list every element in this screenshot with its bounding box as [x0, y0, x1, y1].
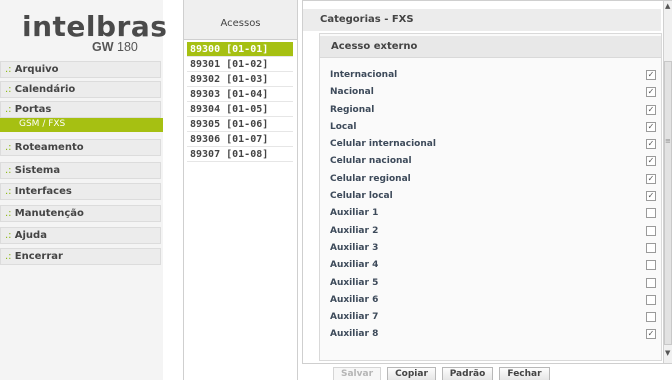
scrollbar[interactable]: ▲ ≡ ▼	[663, 1, 672, 363]
scrollbar-thumb[interactable]	[664, 61, 672, 345]
scroll-down-icon[interactable]: ▼	[665, 350, 672, 357]
category-checkbox[interactable]: ✓	[646, 191, 656, 202]
menu-item-sistema[interactable]: .: Sistema	[0, 162, 161, 179]
category-row: Celular regional ✓	[320, 172, 661, 189]
category-row: Regional ✓	[320, 103, 661, 120]
category-label: Auxiliar 3	[330, 242, 379, 253]
category-label: Celular internacional	[330, 139, 436, 150]
category-list: Internacional ✓ Nacional ✓ Regional ✓ Local ✓ Ce…	[320, 68, 661, 345]
category-row: Internacional ✓	[320, 68, 661, 85]
menu-item-encerrar[interactable]: .: Encerrar	[0, 248, 161, 265]
category-label: Auxiliar 7	[330, 312, 379, 323]
category-row: Celular nacional ✓	[320, 154, 661, 171]
category-checkbox[interactable]	[646, 225, 656, 236]
acessos-header: Acessos	[184, 0, 297, 40]
acesso-item[interactable]: 89304 [01-05]	[187, 102, 293, 117]
acesso-item[interactable]: 89307 [01-08]	[187, 147, 293, 162]
submenu-item-gsm-fxs[interactable]: GSM / FXS	[0, 118, 163, 132]
category-row: Auxiliar 6	[320, 293, 661, 310]
acesso-item[interactable]: 89306 [01-07]	[187, 132, 293, 147]
category-row: Auxiliar 3	[320, 241, 661, 258]
default-button[interactable]: Padrão	[442, 367, 493, 380]
category-row: Celular internacional ✓	[320, 137, 661, 154]
scroll-up-icon[interactable]: ▲	[665, 3, 672, 10]
acesso-item[interactable]: 89305 [01-06]	[187, 117, 293, 132]
category-checkbox[interactable]: ✓	[646, 87, 656, 98]
category-label: Auxiliar 1	[330, 208, 379, 219]
category-row: Local ✓	[320, 120, 661, 137]
category-checkbox[interactable]	[646, 260, 656, 271]
menu-item-manutencao[interactable]: .: Manutenção	[0, 205, 161, 222]
category-checkbox[interactable]: ✓	[646, 70, 656, 80]
category-row: Auxiliar 2	[320, 224, 661, 241]
category-checkbox[interactable]: ✓	[646, 139, 656, 150]
external-access-box: Acesso externo Internacional ✓ Nacional ✓ Re…	[319, 33, 662, 361]
sidebar: intelbras GW 180 .: Arquivo .: Calendári…	[0, 0, 167, 380]
menu-item-interfaces[interactable]: .: Interfaces	[0, 183, 161, 200]
acesso-item[interactable]: 89301 [01-02]	[187, 57, 293, 72]
acesso-item[interactable]: 89302 [01-03]	[187, 72, 293, 87]
acessos-panel: Acessos 89300 [01-01] 89301 [01-02] 8930…	[183, 0, 298, 380]
acessos-list: 89300 [01-01] 89301 [01-02] 89302 [01-03…	[187, 42, 293, 162]
category-checkbox[interactable]: ✓	[646, 156, 656, 167]
grip-icon: ≡	[665, 137, 671, 145]
panel-title: Categorias - FXS	[303, 9, 661, 31]
acesso-item[interactable]: 89303 [01-04]	[187, 87, 293, 102]
category-checkbox[interactable]	[646, 242, 656, 253]
copy-button[interactable]: Copiar	[387, 367, 436, 380]
logo: intelbras GW 180	[22, 10, 172, 66]
categories-panel: Categorias - FXS Acesso externo Internac…	[302, 0, 672, 364]
acesso-item[interactable]: 89300 [01-01]	[187, 42, 293, 57]
category-checkbox[interactable]: ✓	[646, 121, 656, 132]
category-checkbox[interactable]: ✓	[646, 329, 656, 340]
close-button[interactable]: Fechar	[499, 367, 550, 380]
category-checkbox[interactable]	[646, 208, 656, 219]
category-label: Celular regional	[330, 173, 411, 184]
category-label: Auxiliar 8	[330, 329, 379, 340]
category-label: Celular local	[330, 191, 393, 202]
category-row: Auxiliar 4	[320, 258, 661, 275]
category-row: Auxiliar 1	[320, 206, 661, 223]
category-label: Auxiliar 2	[330, 225, 379, 236]
menu-item-calendario[interactable]: .: Calendário	[0, 81, 161, 98]
menu-item-roteamento[interactable]: .: Roteamento	[0, 139, 161, 156]
category-label: Local	[330, 121, 357, 132]
category-label: Auxiliar 6	[330, 294, 379, 305]
category-label: Auxiliar 4	[330, 260, 379, 271]
category-row: Auxiliar 5	[320, 276, 661, 293]
menu-item-arquivo[interactable]: .: Arquivo	[0, 61, 161, 78]
category-label: Internacional	[330, 70, 398, 80]
save-button[interactable]: Salvar	[333, 367, 381, 380]
category-row: Nacional ✓	[320, 85, 661, 102]
brand-logo: intelbras	[22, 10, 168, 43]
category-checkbox[interactable]	[646, 294, 656, 305]
model-label: GW 180	[92, 40, 138, 54]
category-checkbox[interactable]	[646, 312, 656, 323]
menu-item-portas[interactable]: .: Portas	[0, 101, 161, 118]
category-label: Nacional	[330, 87, 374, 98]
category-row: Celular local ✓	[320, 189, 661, 206]
category-label: Auxiliar 5	[330, 277, 379, 288]
category-label: Regional	[330, 104, 375, 115]
menu-item-ajuda[interactable]: .: Ajuda	[0, 227, 161, 244]
category-label: Celular nacional	[330, 156, 412, 167]
category-checkbox[interactable]	[646, 277, 656, 288]
category-row: Auxiliar 8 ✓	[320, 327, 661, 344]
category-row: Auxiliar 7	[320, 310, 661, 327]
category-checkbox[interactable]: ✓	[646, 104, 656, 115]
section-title: Acesso externo	[320, 36, 661, 58]
category-checkbox[interactable]: ✓	[646, 173, 656, 184]
